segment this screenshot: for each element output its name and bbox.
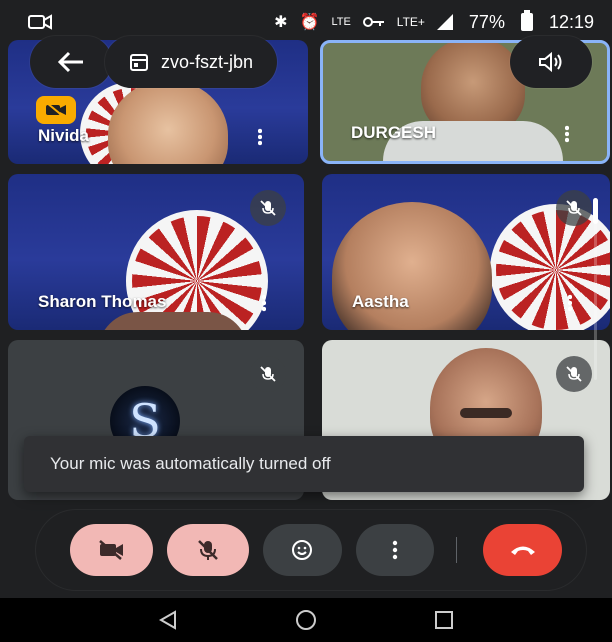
alarm-icon: ⏰: [299, 14, 320, 31]
participant-options-icon[interactable]: [568, 294, 572, 312]
participant-tile-sharon-thomas[interactable]: Sharon Thomas: [8, 174, 304, 330]
camera-off-icon: [99, 540, 124, 560]
back-button[interactable]: [30, 36, 112, 88]
camera-toggle-button[interactable]: [70, 524, 153, 576]
participant-name: DURGESH: [351, 123, 437, 142]
clock: 12:19: [548, 11, 594, 32]
participant-name: Sharon Thomas: [38, 292, 167, 311]
battery-level: 77%: [468, 11, 505, 32]
meeting-header: zvo-fszt-jbn: [30, 36, 592, 88]
meeting-code: zvo-fszt-jbn: [160, 51, 254, 72]
phone-hangup-icon: [510, 546, 535, 555]
speaker-icon: [539, 51, 562, 73]
scrollbar-track[interactable]: [594, 200, 597, 380]
calendar-icon: [129, 54, 148, 71]
banner-emblem: [490, 204, 610, 330]
video-recording-icon: [28, 14, 52, 30]
battery-icon: [520, 10, 533, 31]
mic-auto-off-toast: Your mic was automatically turned off: [24, 436, 584, 492]
mic-off-icon: [197, 540, 218, 560]
participant-options-icon[interactable]: [565, 125, 569, 143]
call-controls: [36, 510, 586, 590]
circle-home-icon[interactable]: [294, 608, 318, 632]
meeting-code-pill[interactable]: zvo-fszt-jbn: [104, 36, 278, 88]
network-label: LTE+: [396, 15, 425, 29]
participant-tile-aastha[interactable]: Aastha: [322, 174, 610, 330]
more-options-button[interactable]: [355, 524, 435, 576]
participant-mustache: [460, 408, 512, 418]
key-icon: [362, 17, 384, 27]
triangle-back-icon[interactable]: [157, 609, 179, 631]
participant-name: Nivida: [38, 126, 90, 145]
participant-options-icon[interactable]: [262, 294, 266, 312]
mic-off-badge-icon: [250, 190, 286, 226]
participant-name: Aastha: [352, 292, 409, 311]
system-nav-bar: [0, 598, 612, 642]
bluetooth-icon: ✱: [274, 14, 288, 31]
emoji-icon: [292, 540, 313, 560]
more-vertical-icon: [392, 540, 398, 560]
leave-call-button[interactable]: [483, 524, 562, 576]
mic-off-badge-icon: [556, 356, 592, 392]
scrollbar-thumb[interactable]: [593, 198, 598, 224]
reactions-button[interactable]: [263, 524, 342, 576]
square-recent-icon[interactable]: [433, 609, 455, 631]
camera-off-badge-icon: [36, 96, 76, 124]
network-label: LTE: [331, 16, 351, 28]
speaker-button[interactable]: [510, 36, 592, 88]
mic-off-badge-icon: [250, 356, 286, 392]
toast-message: Your mic was automatically turned off: [50, 454, 331, 473]
participant-options-icon[interactable]: [258, 128, 262, 146]
arrow-left-icon: [57, 51, 83, 73]
mic-off-badge-icon: [556, 190, 592, 226]
signal-icon: [436, 14, 453, 30]
mic-toggle-button[interactable]: [166, 524, 250, 576]
controls-divider: [456, 537, 458, 563]
